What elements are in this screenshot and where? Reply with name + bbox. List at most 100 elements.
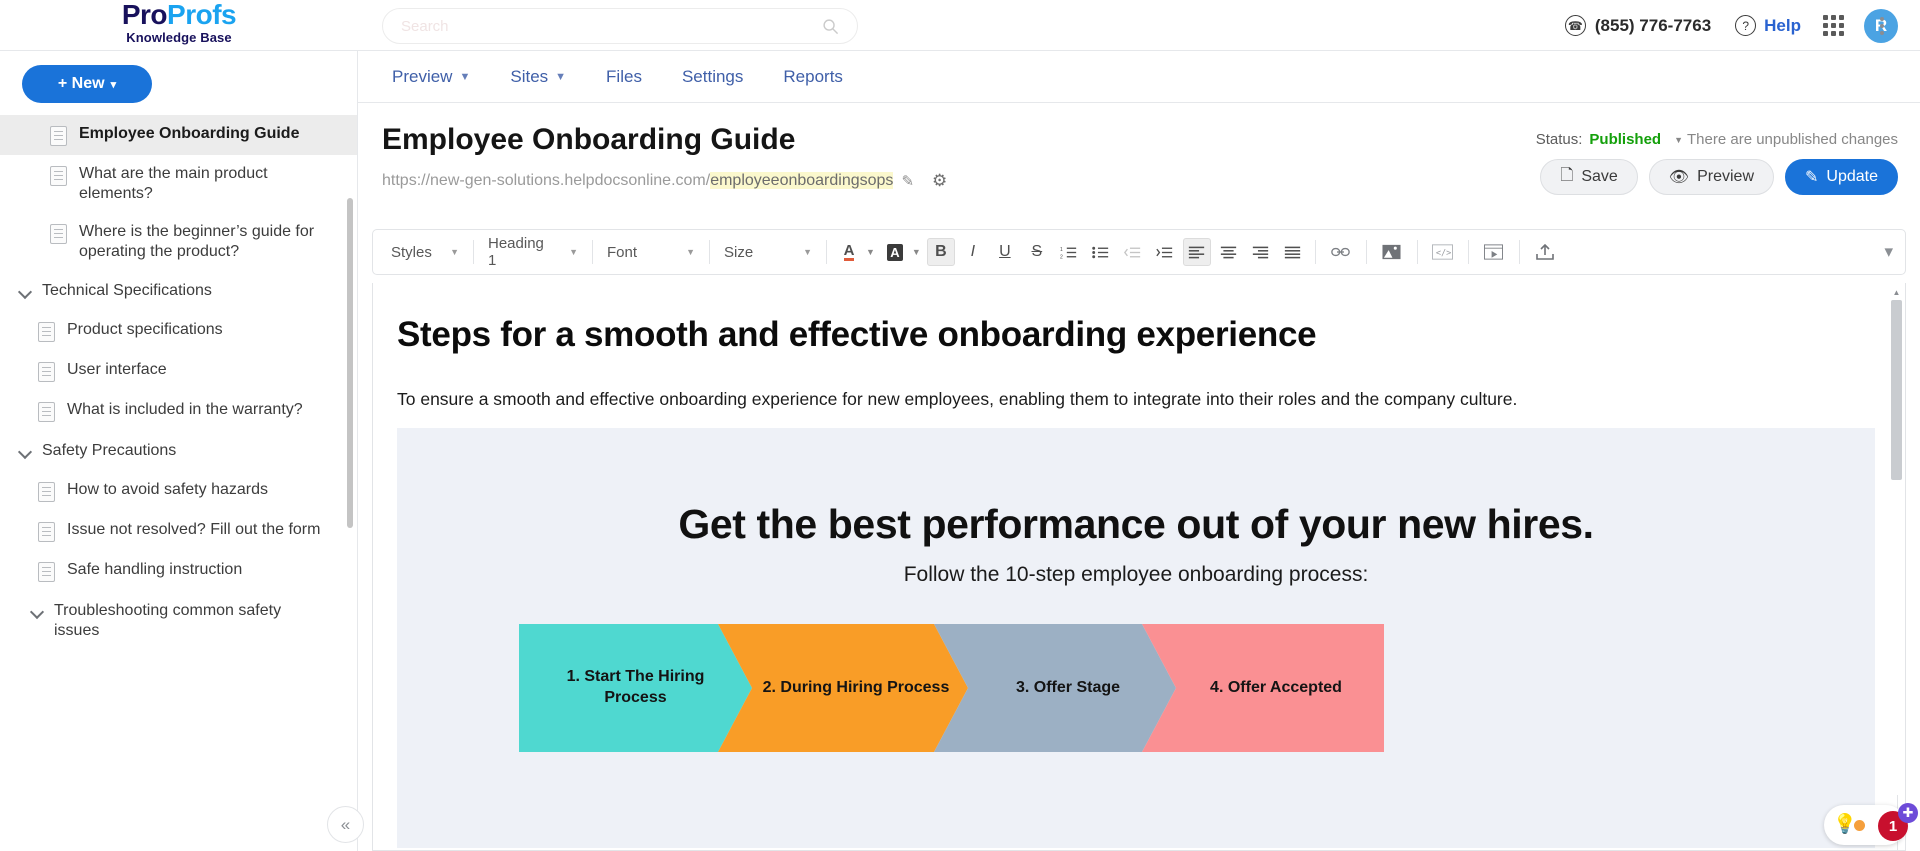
infographic-step-4: 4. Offer Accepted: [1142, 624, 1384, 752]
gear-icon[interactable]: ⚙: [932, 171, 947, 191]
italic-icon[interactable]: I: [959, 238, 987, 266]
app-root: ProProfs Knowledge Base ☎ (855) 776-7763…: [0, 0, 1920, 851]
sidebar: + New ▾ Employee Onboarding Guide What are…: [0, 51, 358, 851]
url-slug: employeeonboardingsops: [710, 172, 894, 189]
search-box[interactable]: [382, 8, 858, 44]
sidebar-group-safety-precautions[interactable]: Safety Precautions: [0, 431, 357, 471]
svg-text:2: 2: [1060, 254, 1063, 260]
scroll-up-icon[interactable]: ▲: [1891, 286, 1902, 298]
infographic-step-label: 3. Offer Stage: [1015, 678, 1121, 696]
insert-video-icon[interactable]: [1477, 238, 1511, 266]
brand-logo[interactable]: ProProfs Knowledge Base: [0, 0, 358, 51]
document-icon: [38, 482, 55, 502]
underline-icon[interactable]: U: [991, 238, 1019, 266]
size-dropdown[interactable]: Size ▼: [716, 238, 820, 266]
scroll-thumb[interactable]: [1891, 300, 1902, 480]
nav-item-reports[interactable]: Reports: [763, 67, 863, 87]
chevron-down-icon: ▼: [569, 247, 578, 257]
sidebar-item-where-is-the-beginner-s-guide-for-operat[interactable]: Where is the beginner’s guide for operat…: [0, 213, 357, 271]
highlight-color-icon[interactable]: A: [881, 238, 909, 266]
highlight-color-caret-icon[interactable]: ▼: [912, 247, 921, 257]
nav-item-files[interactable]: Files: [586, 67, 662, 87]
brand-logo-profs: Profs: [167, 0, 237, 30]
sidebar-tree: Employee Onboarding Guide What are the ma…: [0, 115, 357, 651]
increase-indent-icon[interactable]: [1151, 238, 1179, 266]
save-button[interactable]: 🗋 Save: [1540, 159, 1638, 195]
styles-dropdown[interactable]: Styles ▼: [383, 238, 467, 266]
url-base: https://new-gen-solutions.helpdocsonline…: [382, 172, 711, 189]
nav-item-settings[interactable]: Settings: [662, 67, 763, 87]
sidebar-group-label: Technical Specifications: [42, 282, 212, 299]
sidebar-group-label: Troubleshooting common safety issues: [54, 602, 282, 639]
help-label: Help: [1764, 15, 1801, 35]
insert-link-icon[interactable]: [1324, 238, 1358, 266]
heading-dropdown[interactable]: Heading 1 ▼: [480, 235, 586, 269]
infographic-step-label: 2. During Hiring Process: [762, 678, 950, 696]
sidebar-item-issue-not-resolved-fill-out-the-form[interactable]: Issue not resolved? Fill out the form: [0, 511, 357, 551]
document-icon: [50, 126, 67, 146]
sidebar-collapse-button[interactable]: «: [327, 806, 364, 843]
search-input[interactable]: [401, 17, 822, 35]
sidebar-group-troubleshooting-common-safety-issues[interactable]: Troubleshooting common safety issues: [0, 591, 357, 651]
new-button-wrap: + New ▾: [0, 51, 357, 115]
sidebar-item-user-interface[interactable]: User interface: [0, 351, 357, 391]
document-icon: [38, 362, 55, 382]
toolbar-collapse-icon[interactable]: ▾: [1884, 242, 1893, 262]
sidebar-item-product-specifications[interactable]: Product specifications: [0, 311, 357, 351]
sidebar-item-label: Issue not resolved? Fill out the form: [67, 521, 321, 538]
support-widget[interactable]: 💡 1 ✚: [1824, 803, 1920, 847]
text-color-caret-icon[interactable]: ▼: [866, 247, 875, 257]
numbered-list-icon[interactable]: 12: [1055, 238, 1083, 266]
pencil-icon[interactable]: ✎: [901, 172, 914, 190]
document-body[interactable]: Steps for a smooth and effective onboard…: [372, 283, 1906, 851]
nav-item-label: Preview: [392, 66, 453, 86]
nav-item-sites[interactable]: Sites ▼: [490, 67, 586, 87]
font-dropdown[interactable]: Font ▼: [599, 238, 703, 266]
save-icon: 🗋: [1560, 166, 1574, 184]
align-left-icon[interactable]: [1182, 238, 1211, 266]
upload-icon[interactable]: [1528, 238, 1562, 266]
nav-item-preview[interactable]: Preview ▼: [372, 67, 490, 87]
decrease-indent-icon[interactable]: [1119, 238, 1147, 266]
brand-logo-text: ProProfs: [122, 0, 237, 30]
bulleted-list-icon[interactable]: [1087, 238, 1115, 266]
sidebar-item-label: What are the main product elements?: [79, 165, 268, 202]
chevron-down-icon: [18, 285, 32, 299]
source-code-icon[interactable]: </>: [1426, 238, 1460, 266]
editor-scrollbar[interactable]: ▲: [1891, 286, 1902, 846]
chevron-down-icon: ▼: [555, 70, 567, 83]
help-link[interactable]: ? Help: [1735, 15, 1801, 36]
justify-icon[interactable]: [1279, 238, 1307, 266]
sidebar-item-what-are-the-main-product-elements[interactable]: What are the main product elements?: [0, 155, 357, 213]
infographic-image[interactable]: Get the best performance out of your new…: [397, 428, 1875, 848]
document-url-row: https://new-gen-solutions.helpdocsonline…: [382, 171, 947, 191]
sidebar-item-how-to-avoid-safety-hazards[interactable]: How to avoid safety hazards: [0, 471, 357, 511]
apps-grid-icon[interactable]: [1823, 15, 1844, 36]
new-button[interactable]: + New ▾: [22, 65, 152, 103]
content-paragraph: To ensure a smooth and effective onboard…: [397, 389, 1518, 409]
sidebar-item-safe-handling-instruction[interactable]: Safe handling instruction: [0, 551, 357, 591]
text-color-icon[interactable]: A: [835, 238, 863, 266]
size-label: Size: [724, 243, 754, 261]
infographic-steps: 1. Start The Hiring Process 2. During Hir…: [519, 624, 1384, 752]
update-button[interactable]: ✎ Update: [1785, 159, 1898, 195]
align-center-icon[interactable]: [1215, 238, 1243, 266]
insert-image-icon[interactable]: [1375, 238, 1409, 266]
bold-icon[interactable]: B: [926, 238, 955, 266]
sidebar-item-what-is-included-in-the-warranty[interactable]: What is included in the warranty?: [0, 391, 357, 431]
sidebar-item-employee-onboarding-guide[interactable]: Employee Onboarding Guide: [0, 115, 357, 155]
strikethrough-icon[interactable]: S: [1023, 238, 1051, 266]
unpublished-changes-note[interactable]: ▼ There are unpublished changes: [1674, 131, 1898, 148]
infographic-subhead: Follow the 10-step employee onboarding p…: [903, 563, 1369, 586]
chevron-down-icon: ▼: [450, 247, 459, 257]
nav-item-label: Settings: [681, 66, 744, 86]
sidebar-group-technical-specifications[interactable]: Technical Specifications: [0, 271, 357, 311]
preview-button[interactable]: 👁 Preview: [1648, 159, 1774, 195]
chevron-down-icon: [30, 605, 44, 619]
plus-icon[interactable]: ✚: [1898, 803, 1918, 823]
status-badge: Published: [1589, 131, 1662, 148]
sidebar-scrollbar[interactable]: [347, 198, 353, 528]
phone-contact[interactable]: ☎ (855) 776-7763: [1564, 15, 1711, 36]
kebab-menu-icon[interactable]: [1872, 16, 1892, 36]
align-right-icon[interactable]: [1247, 238, 1275, 266]
